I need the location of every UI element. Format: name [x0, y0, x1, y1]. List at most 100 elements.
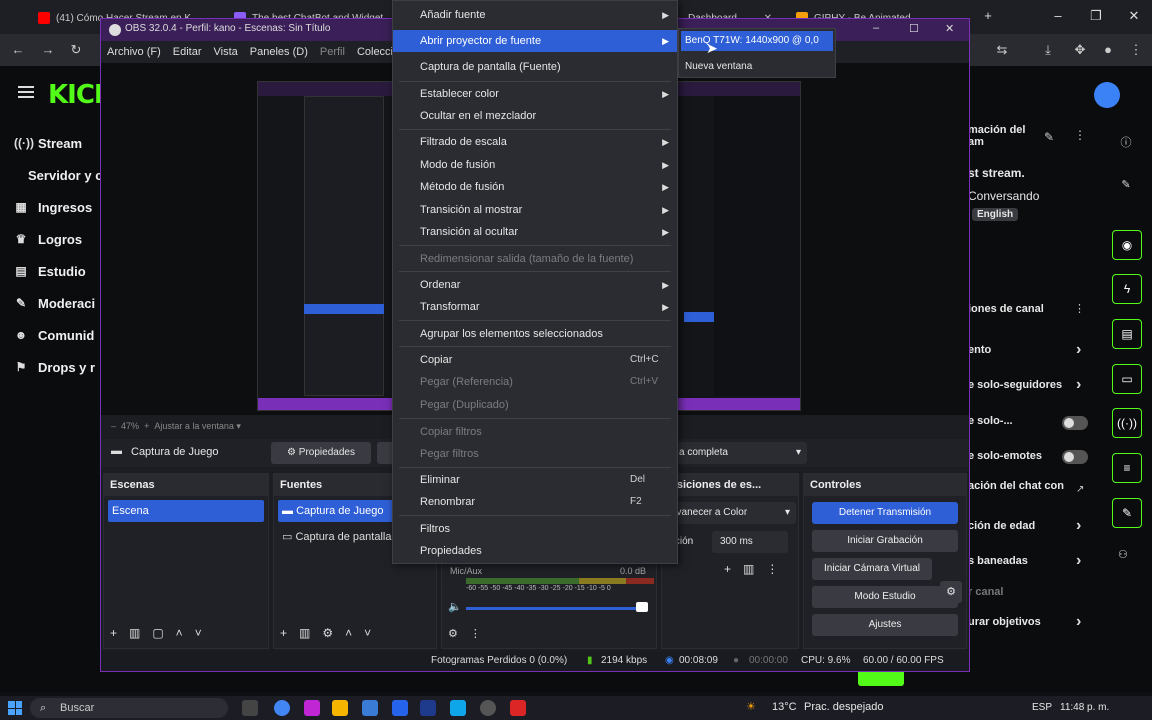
mixer-actions[interactable]: ⚙⋮ [448, 627, 493, 640]
transition-actions[interactable]: +▥⋮ [724, 562, 790, 576]
menu-item-delete[interactable]: Eliminar Del [393, 469, 677, 491]
toggle-switch[interactable] [1062, 450, 1088, 464]
sidebar-item-comunidad[interactable]: ☻ Comunid [14, 324, 95, 346]
channel-option[interactable]: ación del chat con [968, 480, 1064, 492]
avatar[interactable] [1094, 82, 1120, 108]
channel-option[interactable]: r canal [968, 586, 1003, 598]
more-icon[interactable]: ⋮ [1074, 128, 1086, 142]
cast-icon[interactable]: ⇆ [994, 42, 1010, 58]
task-view-icon[interactable] [242, 700, 258, 716]
menu-icon[interactable]: ⋮ [1128, 42, 1144, 58]
obs-icon[interactable] [480, 700, 496, 716]
extensions-icon[interactable]: ✥ [1072, 42, 1088, 58]
channel-option[interactable]: e solo-seguidores [968, 379, 1062, 391]
submenu-item-monitor[interactable]: BenQ T71W: 1440x900 @ 0,0 [681, 31, 833, 51]
toggle-switch[interactable] [1062, 416, 1088, 430]
speaker-icon[interactable]: 🔈 [448, 600, 462, 613]
close-window-icon[interactable]: ✕ [1126, 8, 1142, 24]
more-icon[interactable]: ⋮ [1074, 302, 1085, 315]
menu-item-resize-output[interactable]: Redimensionar salida (tamaño de la fuent… [393, 248, 677, 270]
menu-item-hide-transition[interactable]: Transición al ocultar ▶ [393, 221, 677, 243]
document-icon[interactable]: ▤ [1112, 319, 1142, 349]
menu-item-paste-reference[interactable]: Pegar (Referencia) Ctrl+V [393, 371, 677, 393]
menu-item-scale-filtering[interactable]: Filtrado de escala ▶ [393, 131, 677, 153]
zoom-controls[interactable]: – 47% + Ajustar a la ventana ▾ [111, 421, 241, 432]
capture-mode-select[interactable]: a completa ▾ [677, 442, 807, 464]
keyboard-language[interactable]: ESP [1032, 702, 1052, 713]
menu-item-show-transition[interactable]: Transición al mostrar ▶ [393, 199, 677, 221]
channel-option[interactable]: ción de edad [968, 520, 1035, 532]
app-icon[interactable] [304, 700, 320, 716]
menu-item-blend-mode[interactable]: Modo de fusión ▶ [393, 154, 677, 176]
sidebar-item-moderacion[interactable]: ✎ Moderaci [14, 292, 95, 314]
menu-item-copy-filters[interactable]: Copiar filtros [393, 421, 677, 443]
sidebar-item-ingresos[interactable]: ▦ Ingresos [14, 196, 92, 218]
source-actions[interactable]: +▥⚙˄˅ [280, 626, 383, 640]
transition-select[interactable]: esvanecer a Color ▾ [666, 502, 796, 524]
app-icon[interactable] [420, 700, 436, 716]
wrench-icon[interactable]: ✎ [1112, 498, 1142, 528]
menu-item-copy[interactable]: Copiar Ctrl+C [393, 349, 677, 371]
chevron-right-icon[interactable]: › [1076, 517, 1081, 535]
properties-button[interactable]: ⚙ Propiedades [271, 442, 371, 464]
new-tab-icon[interactable]: + [980, 8, 996, 24]
chevron-right-icon[interactable]: › [1076, 552, 1081, 570]
duration-input[interactable]: 300 ms [712, 531, 788, 553]
chevron-right-icon[interactable]: › [1076, 341, 1081, 359]
menu-archivo[interactable]: Archivo (F) [107, 46, 161, 58]
start-button[interactable] [8, 701, 22, 715]
stack-icon[interactable]: ≡ [1112, 453, 1142, 483]
chrome-icon[interactable] [274, 700, 290, 716]
minimize-icon[interactable]: – [1050, 8, 1066, 24]
virtual-camera-button[interactable]: Iniciar Cámara Virtual [812, 558, 932, 580]
menu-item-add-source[interactable]: Añadir fuente ▶ [393, 4, 677, 26]
menu-item-group[interactable]: Agrupar los elementos seleccionados [393, 323, 677, 345]
maximize-icon[interactable]: ☐ [909, 22, 919, 35]
clock[interactable]: 11:48 p. m. [1060, 702, 1109, 713]
taskbar-search[interactable]: ⌕ Buscar [30, 698, 228, 718]
menu-item-transform[interactable]: Transformar ▶ [393, 296, 677, 318]
forward-icon[interactable]: → [40, 42, 56, 58]
menu-paneles[interactable]: Paneles (D) [250, 46, 308, 58]
menu-editar[interactable]: Editar [173, 46, 202, 58]
file-explorer-icon[interactable] [332, 700, 348, 716]
info-icon[interactable]: ⓘ [1118, 134, 1134, 150]
chevron-right-icon[interactable]: › [1076, 376, 1081, 394]
app-icon[interactable] [392, 700, 408, 716]
channel-option[interactable]: ento [968, 344, 991, 356]
app-icon[interactable] [450, 700, 466, 716]
edit-icon[interactable]: ✎ [1044, 130, 1054, 144]
hamburger-menu-icon[interactable] [18, 86, 34, 98]
menu-item-rename[interactable]: Renombrar F2 [393, 491, 677, 513]
camera-icon[interactable]: ◉ [1112, 230, 1142, 260]
channel-option[interactable]: e solo-emotes [968, 450, 1042, 462]
stop-streaming-button[interactable]: Detener Transmisión [812, 502, 958, 524]
profile-icon[interactable]: ● [1100, 42, 1116, 58]
submenu-item-new-window[interactable]: Nueva ventana [681, 57, 833, 77]
channel-option[interactable]: s baneadas [968, 555, 1028, 567]
sidebar-item-server[interactable]: Servidor y c [28, 164, 102, 186]
volume-slider-handle[interactable] [636, 602, 648, 612]
menu-perfil[interactable]: Perfil [320, 46, 345, 58]
menu-item-blend-method[interactable]: Método de fusión ▶ [393, 176, 677, 198]
menu-item-open-projector[interactable]: Abrir proyector de fuente ▶ [393, 30, 677, 52]
lightning-icon[interactable]: ϟ [1112, 274, 1142, 304]
menu-item-paste-duplicate[interactable]: Pegar (Duplicado) [393, 394, 677, 416]
channel-option[interactable]: e solo-... [968, 415, 1013, 427]
menu-item-properties[interactable]: Propiedades [393, 540, 677, 562]
app-icon[interactable] [510, 700, 526, 716]
volume-slider[interactable] [466, 607, 642, 610]
reload-icon[interactable]: ↻ [68, 42, 84, 58]
channel-option[interactable]: urar objetivos [968, 616, 1041, 628]
menu-item-set-color[interactable]: Establecer color ▶ [393, 83, 677, 105]
chat-icon[interactable]: ▭ [1112, 364, 1142, 394]
close-icon[interactable]: ✕ [945, 22, 954, 35]
maximize-icon[interactable]: ❐ [1088, 8, 1104, 24]
start-recording-button[interactable]: Iniciar Grabación [812, 530, 958, 552]
pencil-icon[interactable]: ✎ [1118, 178, 1134, 194]
scene-actions[interactable]: +▥▢˄˅ [110, 626, 214, 640]
app-icon[interactable] [362, 700, 378, 716]
menu-item-screenshot[interactable]: Captura de pantalla (Fuente) [393, 56, 677, 78]
minimize-icon[interactable]: – [873, 22, 879, 34]
menu-item-hide-mixer[interactable]: Ocultar en el mezclador [393, 105, 677, 127]
